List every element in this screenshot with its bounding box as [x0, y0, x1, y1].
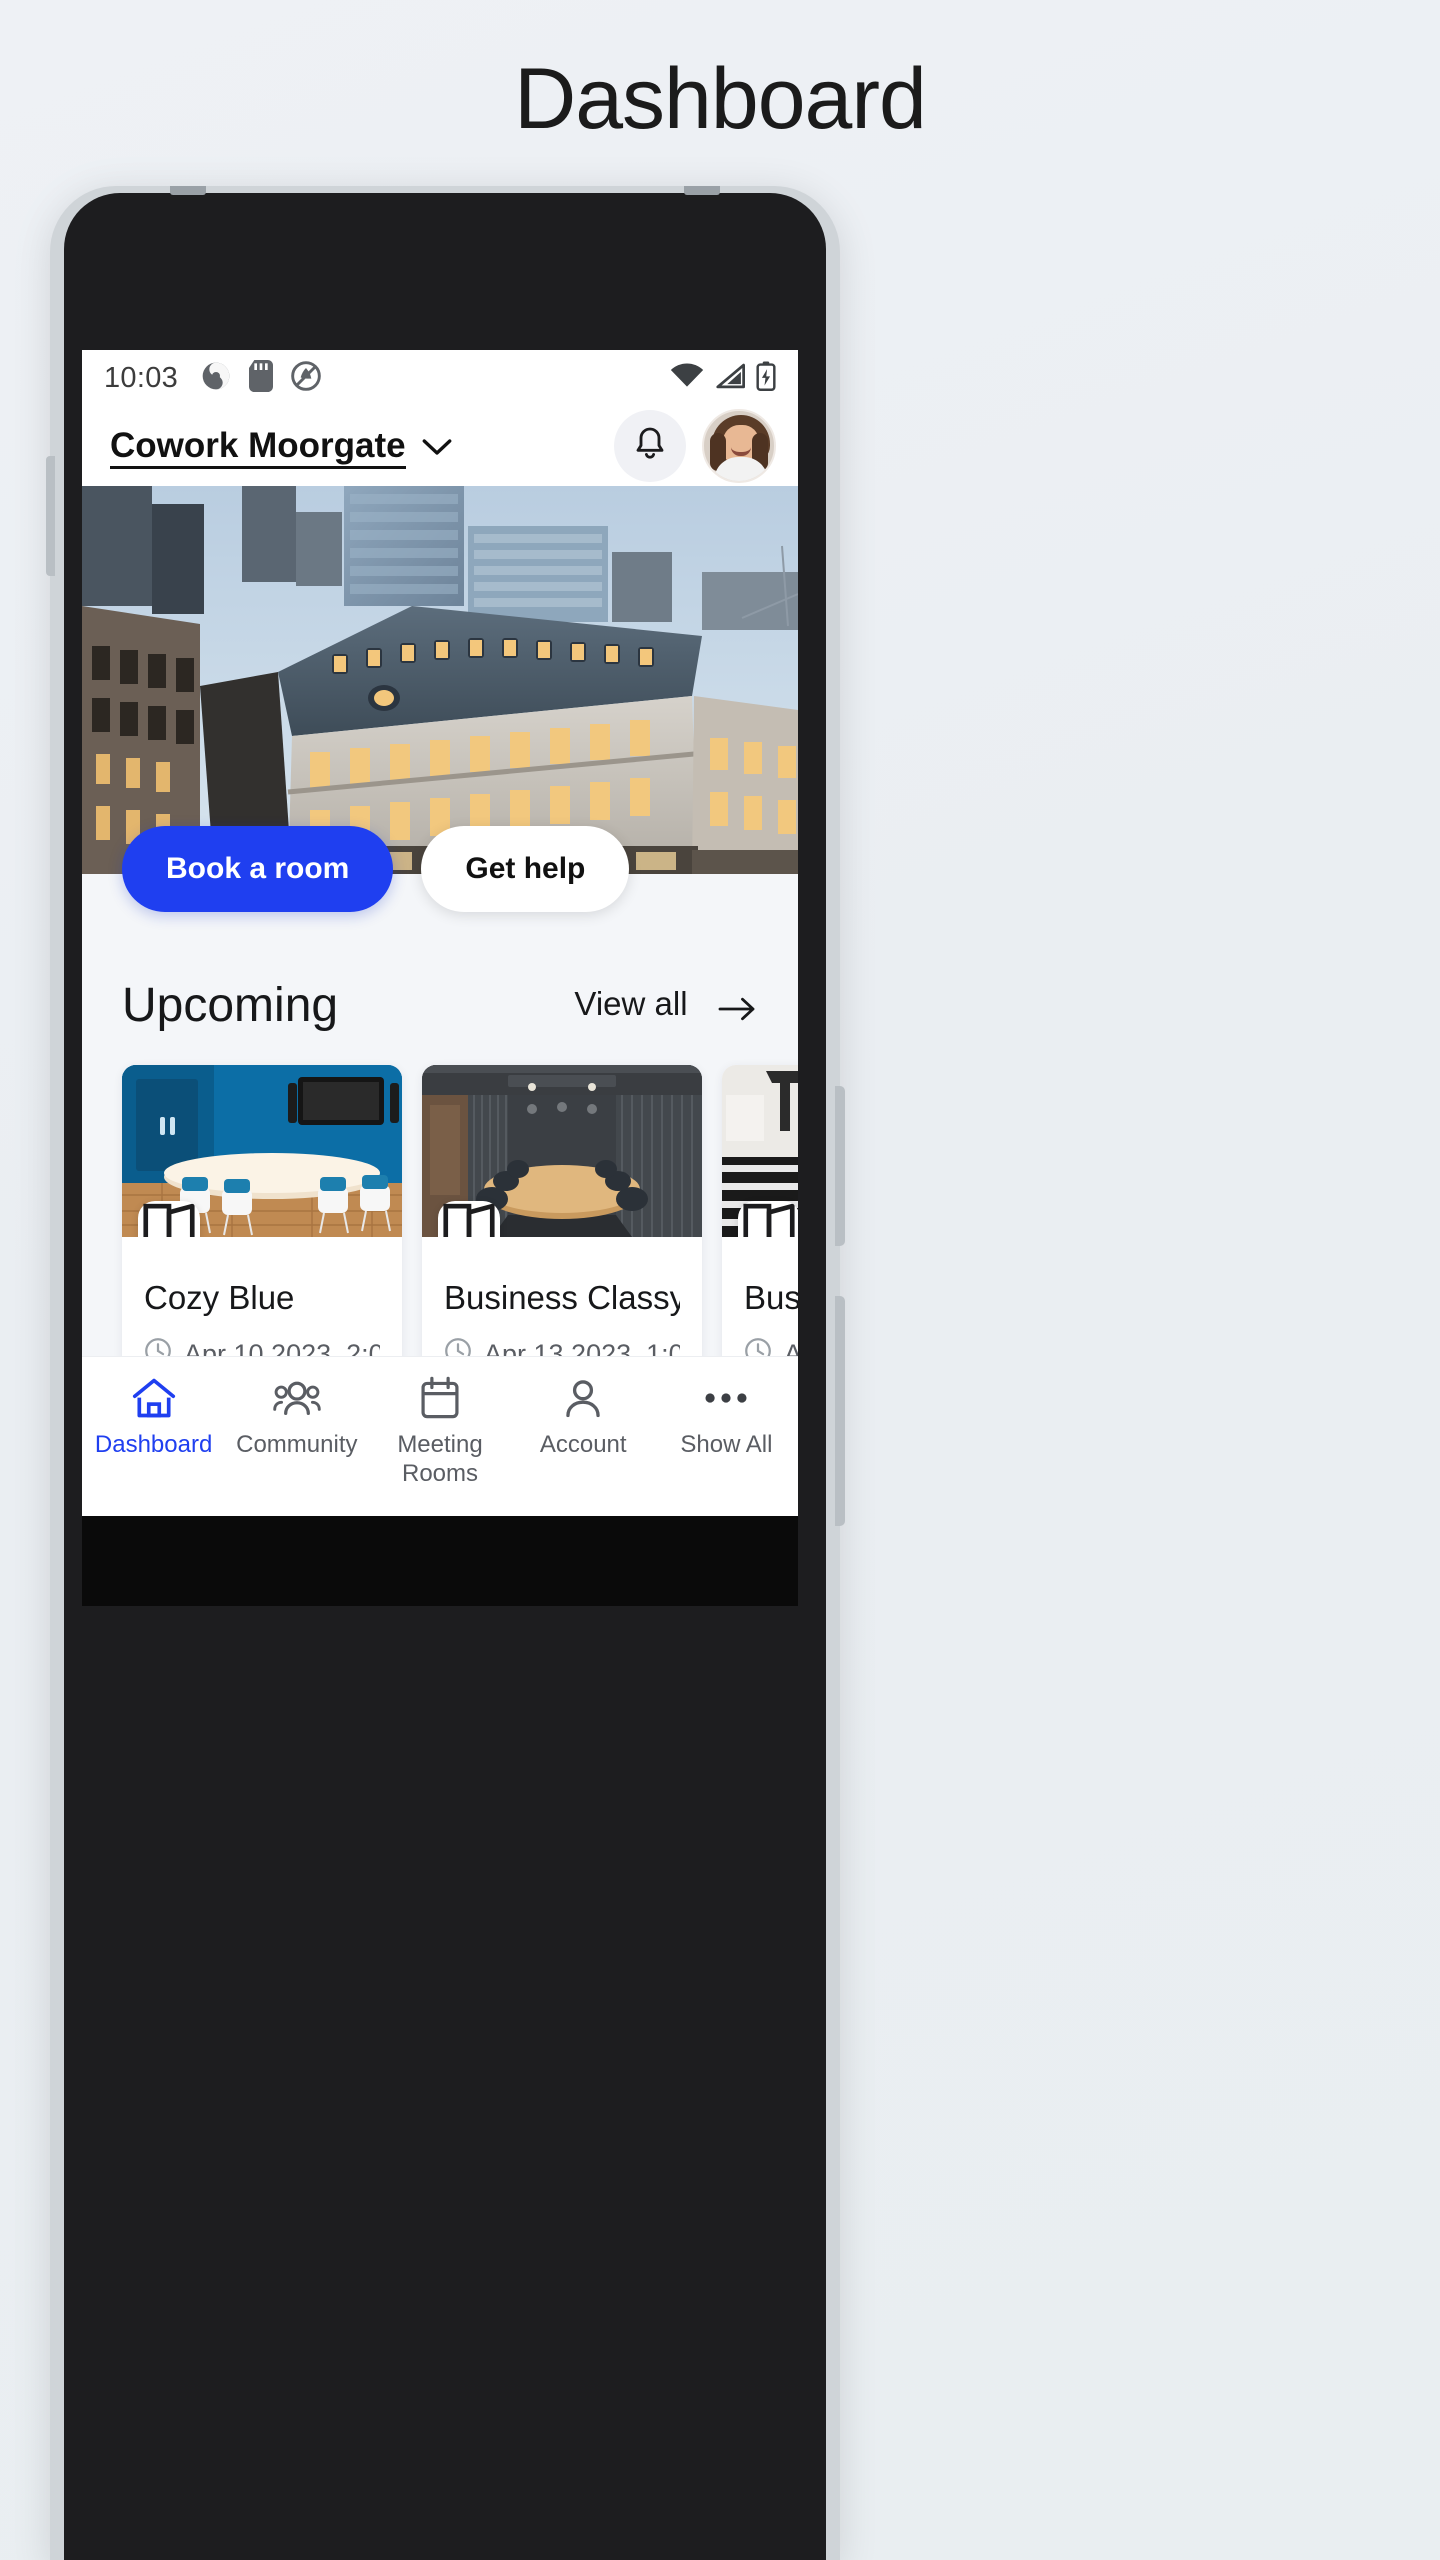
- view-all-button[interactable]: View all: [574, 985, 758, 1025]
- wifi-icon: [670, 362, 704, 394]
- people-icon: [273, 1375, 321, 1421]
- chevron-down-icon: [422, 437, 452, 462]
- status-bar-left-icons: [200, 359, 322, 397]
- phone-volume-button[interactable]: [835, 1086, 845, 1246]
- card-title: Cozy Blue: [144, 1279, 295, 1316]
- status-bar: 10:03: [82, 350, 798, 406]
- status-bar-time: 10:03: [104, 361, 179, 394]
- home-icon: [131, 1375, 177, 1421]
- nav-label: Dashboard: [94, 1431, 213, 1458]
- bottom-navigation: Dashboard Community Meeting Rooms Accoun…: [82, 1356, 798, 1516]
- book-a-room-button[interactable]: Book a room: [122, 826, 394, 912]
- person-icon: [562, 1375, 604, 1421]
- view-all-label: View all: [574, 985, 688, 1023]
- get-help-button[interactable]: Get help: [421, 826, 630, 912]
- card-image: [122, 1065, 402, 1237]
- do-not-disturb-icon: [290, 360, 322, 397]
- venue-selector[interactable]: Cowork Moorgate: [110, 425, 452, 470]
- nav-item-show-all[interactable]: Show All: [655, 1375, 798, 1460]
- cta-row: Book a room Get help: [122, 826, 630, 912]
- nav-label: Show All: [680, 1431, 773, 1458]
- cellular-signal-icon: [715, 363, 745, 394]
- nav-item-account[interactable]: Account: [512, 1375, 655, 1460]
- battery-charging-icon: [756, 361, 776, 396]
- phone-power-button[interactable]: [835, 1296, 845, 1526]
- status-bar-right-icons: [670, 361, 776, 396]
- phone-top-notch-right: [684, 186, 720, 195]
- avatar[interactable]: [702, 409, 776, 483]
- door-icon: [738, 1201, 798, 1237]
- bell-icon: [633, 426, 667, 467]
- app-header: Cowork Moorgate: [82, 406, 798, 486]
- sd-card-icon: [248, 359, 274, 397]
- notifications-button[interactable]: [614, 410, 686, 482]
- ellipsis-icon: [703, 1375, 749, 1421]
- hero-image: [82, 486, 798, 874]
- door-icon: [438, 1201, 500, 1237]
- card-title: Business Classy: [444, 1279, 680, 1316]
- phone-top-notch-left: [170, 186, 206, 195]
- phone-side-button-left[interactable]: [46, 456, 55, 576]
- arrow-right-icon: [718, 997, 758, 1026]
- nav-item-meeting-rooms[interactable]: Meeting Rooms: [368, 1375, 511, 1489]
- nav-label: Account: [539, 1431, 627, 1458]
- nav-item-dashboard[interactable]: Dashboard: [82, 1375, 225, 1460]
- venue-name: Cowork Moorgate: [110, 426, 406, 470]
- app-sync-icon: [200, 360, 232, 397]
- calendar-icon: [419, 1375, 461, 1421]
- card-image: [422, 1065, 702, 1237]
- phone-screen: 10:03 Cowork Moorgate Book a room Get he…: [82, 350, 798, 1516]
- nav-label: Community: [236, 1431, 358, 1458]
- card-title: Bus: [744, 1279, 798, 1316]
- nav-item-community[interactable]: Community: [225, 1375, 368, 1460]
- door-icon: [138, 1201, 200, 1237]
- page-title: Dashboard: [514, 51, 927, 147]
- upcoming-title: Upcoming: [122, 979, 339, 1032]
- phone-chin: [82, 1516, 798, 1606]
- upcoming-section-header: Upcoming View all: [82, 978, 798, 1033]
- card-image: [722, 1065, 798, 1237]
- nav-label: Meeting Rooms: [397, 1431, 483, 1487]
